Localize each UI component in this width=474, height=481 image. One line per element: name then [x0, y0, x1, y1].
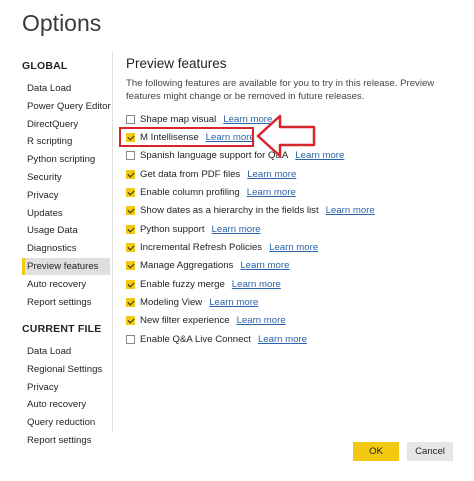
feature-label: Manage Aggregations [140, 260, 234, 272]
sidebar-item-diagnostics[interactable]: Diagnostics [22, 240, 110, 257]
feature-row: Manage Aggregations Learn more [126, 259, 289, 273]
sidebar-item-updates[interactable]: Updates [22, 205, 110, 222]
window-title: Options [22, 10, 102, 36]
sidebar-item-auto-recovery[interactable]: Auto recovery [22, 276, 110, 293]
feature-row: Show dates as a hierarchy in the fields … [126, 204, 375, 218]
learn-more-link[interactable]: Learn more [247, 187, 296, 198]
feature-checkbox[interactable] [126, 242, 135, 252]
page-title: Preview features [126, 56, 227, 71]
feature-row: Shape map visual Learn more [126, 112, 272, 126]
feature-checkbox[interactable] [126, 206, 135, 216]
feature-label: Enable fuzzy merge [140, 278, 225, 290]
sidebar-item-file-data-load[interactable]: Data Load [22, 343, 110, 360]
learn-more-link[interactable]: Learn more [269, 242, 318, 253]
learn-more-link[interactable]: Learn more [212, 224, 261, 235]
sidebar-item-file-privacy[interactable]: Privacy [22, 379, 110, 396]
sidebar-item-directquery[interactable]: DirectQuery [22, 116, 110, 133]
sidebar-item-security[interactable]: Security [22, 169, 110, 186]
sidebar-item-report-settings[interactable]: Report settings [22, 294, 110, 311]
section-heading-global: GLOBAL [22, 60, 68, 72]
feature-label: Get data from PDF files [140, 168, 241, 180]
sidebar-item-usage-data[interactable]: Usage Data [22, 222, 110, 239]
learn-more-link[interactable]: Learn more [258, 334, 307, 345]
ok-button[interactable]: OK [353, 442, 399, 461]
feature-checkbox[interactable] [126, 279, 135, 289]
section-heading-current-file: CURRENT FILE [22, 323, 102, 335]
feature-checkbox[interactable] [126, 114, 135, 124]
feature-checkbox[interactable] [126, 261, 135, 271]
annotation-highlight-box [119, 127, 254, 147]
sidebar-item-file-query-reduction[interactable]: Query reduction [22, 414, 110, 431]
learn-more-link[interactable]: Learn more [209, 297, 258, 308]
learn-more-link[interactable]: Learn more [240, 260, 289, 271]
feature-row: Python support Learn more [126, 222, 261, 236]
sidebar-item-preview-features[interactable]: Preview features [22, 258, 110, 275]
feature-row: Enable fuzzy merge Learn more [126, 277, 281, 291]
feature-checkbox[interactable] [126, 151, 135, 161]
description-text: The following features are available for… [126, 78, 435, 102]
sidebar-item-file-auto-recovery[interactable]: Auto recovery [22, 396, 110, 413]
feature-checkbox[interactable] [126, 298, 135, 307]
feature-label: Shape map visual [140, 113, 217, 125]
feature-label: Enable Q&A Live Connect [140, 333, 251, 345]
feature-row: Enable column profiling Learn more [126, 185, 296, 199]
sidebar-item-data-load[interactable]: Data Load [22, 80, 110, 97]
feature-row: Modeling View Learn more [126, 296, 258, 310]
feature-label: Modeling View [140, 297, 203, 308]
learn-more-link[interactable]: Learn more [232, 279, 281, 290]
feature-label: Python support [140, 223, 205, 235]
sidebar-item-file-report-settings[interactable]: Report settings [22, 432, 110, 449]
learn-more-link[interactable]: Learn more [237, 315, 286, 326]
sidebar-item-file-regional-settings[interactable]: Regional Settings [22, 361, 110, 378]
feature-label: New filter experience [140, 315, 230, 327]
sidebar-item-python-scripting[interactable]: Python scripting [22, 151, 110, 168]
feature-label: Show dates as a hierarchy in the fields … [140, 205, 319, 217]
cancel-button[interactable]: Cancel [407, 442, 453, 461]
feature-row: Get data from PDF files Learn more [126, 167, 296, 181]
feature-checkbox[interactable] [126, 169, 135, 179]
feature-label: Enable column profiling [140, 186, 240, 198]
sidebar-item-privacy[interactable]: Privacy [22, 187, 110, 204]
feature-row: Enable Q&A Live Connect Learn more [126, 332, 307, 346]
sidebar-item-r-scripting[interactable]: R scripting [22, 133, 110, 150]
learn-more-link[interactable]: Learn more [247, 169, 296, 180]
feature-checkbox[interactable] [126, 316, 135, 326]
sidebar-item-power-query-editor[interactable]: Power Query Editor [22, 98, 111, 115]
feature-row: Incremental Refresh Policies Learn more [126, 240, 318, 254]
learn-more-link[interactable]: Learn more [326, 205, 375, 216]
feature-checkbox[interactable] [126, 334, 135, 344]
feature-checkbox[interactable] [126, 187, 135, 197]
feature-label: Incremental Refresh Policies [140, 241, 263, 253]
annotation-arrow-icon [256, 114, 316, 158]
feature-checkbox[interactable] [126, 224, 135, 234]
feature-row: New filter experience Learn more [126, 314, 286, 328]
